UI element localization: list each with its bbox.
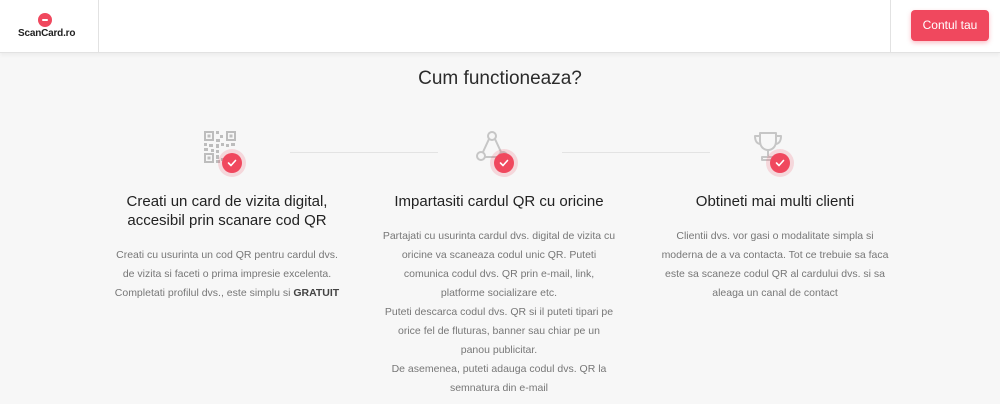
- top-navbar: ScanCard.ro Contul tau: [0, 0, 1000, 53]
- logo-icon: [38, 13, 52, 27]
- step-create-card: Creati un card de vizita digital, accesi…: [92, 128, 362, 303]
- step-description-paragraph: De asemenea, puteti adauga codul dvs. QR…: [391, 363, 607, 394]
- free-highlight: GRATUIT: [293, 287, 340, 299]
- step-share-card: Impartasiti cardul QR cu oricine Partaja…: [364, 128, 634, 398]
- step-description-line: Completati profilul dvs., este simplu si…: [92, 284, 362, 303]
- step-description-text: Completati profilul dvs., este simplu si: [114, 287, 291, 299]
- checkmark-icon: [227, 159, 237, 167]
- account-button[interactable]: Contul tau: [911, 10, 989, 41]
- step-description-paragraph: Puteti descarca codul dvs. QR si il pute…: [384, 306, 614, 356]
- step-description: Clientii dvs. vor gasi o modalitate simp…: [640, 227, 910, 303]
- step-description: Partajati cu usurinta cardul dvs. digita…: [364, 227, 634, 398]
- step-icon-wrapper: [745, 128, 805, 180]
- step-description-paragraph: Clientii dvs. vor gasi o modalitate simp…: [661, 230, 889, 299]
- step-title-line: Creati un card de vizita digital,: [126, 193, 328, 210]
- step-title-line: accesibil prin scanare cod QR: [127, 212, 327, 229]
- step-description-line: Creati cu usurinta un cod QR pentru card…: [116, 249, 338, 261]
- check-badge: [222, 153, 242, 173]
- checkmark-icon: [499, 159, 509, 167]
- brand-logo[interactable]: ScanCard.ro: [0, 0, 99, 53]
- step-title: Impartasiti cardul QR cu oricine: [394, 193, 604, 210]
- brand-name: ScanCard.ro: [18, 28, 76, 39]
- check-badge: [770, 153, 790, 173]
- step-title: Creati un card de vizita digital, accesi…: [92, 192, 362, 230]
- check-badge: [494, 153, 514, 173]
- checkmark-icon: [775, 159, 785, 167]
- step-title: Obtineti mai multi clienti: [695, 193, 855, 210]
- step-icon-wrapper: [469, 128, 529, 180]
- step-description-line: de vizita si faceti o prima impresie exc…: [122, 268, 332, 280]
- step-more-clients: Obtineti mai multi clienti Clientii dvs.…: [640, 128, 910, 303]
- section-title: Cum functioneaza?: [418, 68, 582, 89]
- step-description-paragraph: Partajati cu usurinta cardul dvs. digita…: [382, 230, 616, 299]
- step-icon-wrapper: [197, 128, 257, 180]
- step-description: Creati cu usurinta un cod QR pentru card…: [92, 246, 362, 303]
